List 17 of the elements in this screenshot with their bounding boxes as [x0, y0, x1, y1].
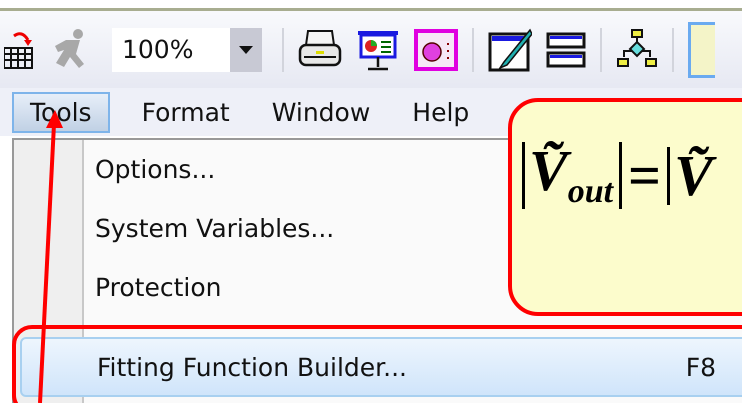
pen-window-icon[interactable]	[488, 28, 532, 72]
caret-icon	[239, 46, 253, 54]
menu-item[interactable]: Format	[132, 92, 240, 132]
menu-item[interactable]: Window	[262, 92, 380, 132]
menu-option[interactable]: Protection	[14, 258, 495, 317]
presentation-board-icon[interactable]	[356, 28, 400, 70]
menu-item[interactable]: Help	[402, 92, 480, 132]
dropdown-button[interactable]	[230, 28, 262, 72]
grid-arrow-icon[interactable]	[4, 30, 34, 70]
media-window-icon[interactable]	[414, 28, 458, 70]
menu-option[interactable]: System Variables...	[14, 199, 495, 258]
zoom-combobox[interactable]: 100%	[112, 28, 262, 72]
zoom-value: 100%	[121, 34, 194, 66]
menu-option[interactable]: Fitting Function Builder... F8	[20, 337, 742, 397]
formula: Ṽ$_{out}$ = Ṽ	[522, 142, 742, 209]
menu-option[interactable]: Options...	[14, 140, 495, 199]
stacked-bars-icon[interactable]	[546, 30, 586, 70]
